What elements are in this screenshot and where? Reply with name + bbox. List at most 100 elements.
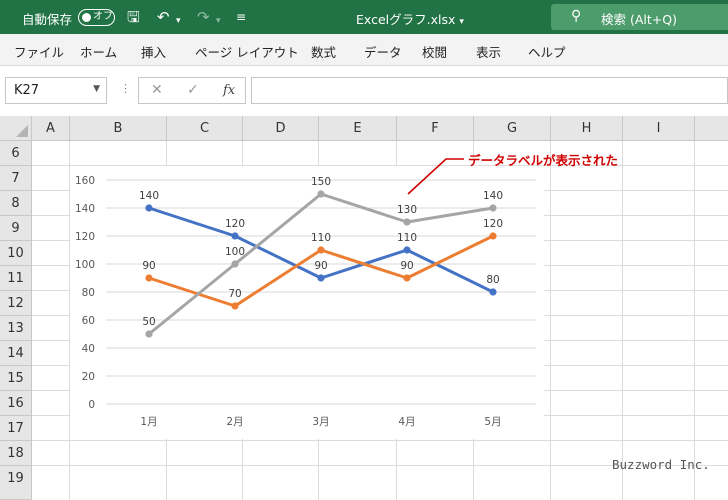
data-point — [317, 190, 325, 198]
row-header-9[interactable]: 9 — [0, 216, 32, 241]
watermark: Buzzword Inc. — [612, 457, 710, 472]
row-header-11[interactable]: 11 — [0, 266, 32, 291]
data-point — [489, 288, 497, 296]
enter-icon[interactable]: ✓ — [187, 82, 199, 98]
y-tick-label: 80 — [82, 287, 95, 299]
y-tick-label: 40 — [82, 343, 95, 355]
redo-dropdown-icon[interactable]: ▾ — [216, 12, 221, 30]
data-point — [145, 204, 153, 212]
data-label: 50 — [142, 316, 155, 328]
data-point — [403, 274, 411, 282]
tab-formulas[interactable]: 数式 — [311, 42, 336, 61]
row-header-14[interactable]: 14 — [0, 341, 32, 366]
x-tick-label: 4月 — [398, 416, 415, 428]
formula-input[interactable] — [251, 77, 728, 104]
autosave-toggle[interactable]: オフ — [78, 9, 115, 26]
x-tick-label: 5月 — [484, 416, 501, 428]
row-header-19[interactable]: 19 — [0, 466, 32, 500]
save-icon[interactable]: 🖫 — [127, 8, 140, 26]
column-header-b[interactable]: B — [70, 116, 167, 141]
data-point — [145, 274, 153, 282]
tab-file[interactable]: ファイル — [14, 42, 64, 61]
tab-help[interactable]: ヘルプ — [528, 42, 566, 61]
formula-buttons: ✕ ✓ fx — [138, 77, 246, 104]
data-label: 110 — [311, 232, 331, 244]
x-tick-label: 3月 — [312, 416, 329, 428]
data-point — [231, 302, 239, 310]
more-options-icon[interactable]: ⋮ — [120, 82, 131, 95]
data-label: 150 — [311, 176, 331, 188]
select-all-icon — [16, 125, 28, 137]
data-label: 110 — [397, 232, 417, 244]
data-label: 70 — [228, 288, 241, 300]
file-name[interactable]: Excelグラフ.xlsx ▾ — [356, 9, 464, 28]
data-point — [403, 246, 411, 254]
select-all-corner[interactable] — [0, 116, 32, 141]
redo-icon[interactable]: ↷ — [197, 8, 210, 26]
column-header-g[interactable]: G — [474, 116, 551, 141]
callout-label: データラベルが表示された — [468, 153, 619, 168]
data-point — [317, 274, 325, 282]
column-header-c[interactable]: C — [167, 116, 243, 141]
data-label: 120 — [483, 218, 503, 230]
row-header-6[interactable]: 6 — [0, 141, 32, 166]
row-header-13[interactable]: 13 — [0, 316, 32, 341]
name-box[interactable]: K27 ▼ — [5, 77, 107, 104]
name-box-dropdown-icon[interactable]: ▼ — [93, 84, 100, 94]
toggle-label: オフ — [93, 11, 113, 22]
tab-page-layout[interactable]: ページ レイアウト — [195, 42, 299, 61]
row-header-7[interactable]: 7 — [0, 166, 32, 191]
name-box-value: K27 — [14, 83, 40, 98]
data-label: 140 — [139, 190, 159, 202]
data-label: 90 — [400, 260, 413, 272]
grid-line — [550, 141, 551, 500]
row-header-8[interactable]: 8 — [0, 191, 32, 216]
undo-icon[interactable]: ↶ — [157, 8, 170, 26]
column-header-h[interactable]: H — [551, 116, 623, 141]
search-box[interactable]: ⚲ 検索 (Alt+Q) — [551, 4, 728, 30]
ribbon-tabs: ファイル ホーム 挿入 ページ レイアウト 数式 データ 校閲 表示 ヘルプ — [0, 34, 728, 66]
data-point — [489, 204, 497, 212]
tab-data[interactable]: データ — [364, 42, 402, 61]
tab-insert[interactable]: 挿入 — [141, 42, 166, 61]
column-header-e[interactable]: E — [319, 116, 397, 141]
data-label: 90 — [142, 260, 155, 272]
data-point — [231, 232, 239, 240]
data-point — [489, 232, 497, 240]
column-header-f[interactable]: F — [397, 116, 474, 141]
y-tick-label: 140 — [75, 203, 95, 215]
column-header-i[interactable]: I — [623, 116, 695, 141]
row-header-18[interactable]: 18 — [0, 441, 32, 466]
tab-review[interactable]: 校閲 — [422, 42, 447, 61]
data-label: 140 — [483, 190, 503, 202]
search-icon: ⚲ — [571, 8, 582, 24]
tab-home[interactable]: ホーム — [80, 42, 117, 61]
column-header-a[interactable]: A — [32, 116, 70, 141]
undo-dropdown-icon[interactable]: ▾ — [176, 12, 181, 30]
x-tick-label: 2月 — [226, 416, 243, 428]
column-header-partial[interactable] — [695, 116, 728, 141]
cancel-icon[interactable]: ✕ — [151, 82, 163, 98]
search-placeholder: 検索 (Alt+Q) — [601, 12, 677, 27]
row-header-10[interactable]: 10 — [0, 241, 32, 266]
y-tick-label: 20 — [82, 371, 95, 383]
data-label: 130 — [397, 204, 417, 216]
insert-function-icon[interactable]: fx — [223, 83, 235, 98]
grid-line — [694, 141, 695, 500]
data-label: 80 — [486, 274, 499, 286]
data-point — [317, 246, 325, 254]
data-label: 120 — [225, 218, 245, 230]
row-header-17[interactable]: 17 — [0, 416, 32, 441]
data-point — [145, 330, 153, 338]
line-chart[interactable]: 0 20 40 60 80 100 120 140 160 1月 2月 3月 4月 5月 140 120 90 1… — [70, 166, 544, 439]
row-header-16[interactable]: 16 — [0, 391, 32, 416]
grid-line — [32, 440, 728, 441]
data-label: 100 — [225, 246, 245, 258]
customize-toolbar-icon[interactable]: ≡ — [236, 8, 246, 26]
y-tick-label: 60 — [82, 315, 95, 327]
y-tick-label: 120 — [75, 231, 95, 243]
column-header-d[interactable]: D — [243, 116, 319, 141]
row-header-12[interactable]: 12 — [0, 291, 32, 316]
tab-view[interactable]: 表示 — [476, 42, 501, 61]
row-header-15[interactable]: 15 — [0, 366, 32, 391]
